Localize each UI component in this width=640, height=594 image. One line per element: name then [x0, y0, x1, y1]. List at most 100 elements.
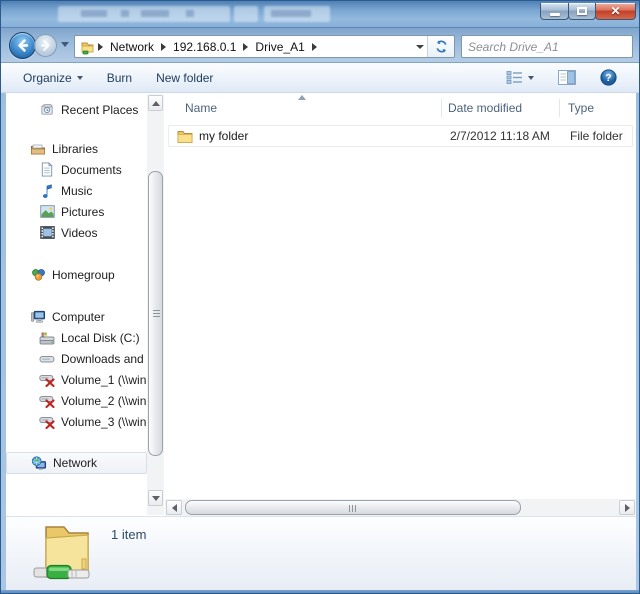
refresh-icon — [434, 39, 449, 54]
arrow-right-icon — [625, 504, 630, 512]
close-button[interactable]: ✕ — [595, 3, 636, 20]
sidebar-item-videos[interactable]: Videos — [6, 222, 147, 243]
column-header-label: Name — [185, 101, 217, 115]
explorer-window: ✕ Network 192.168.0.1 Drive_A1 — [0, 0, 640, 594]
chevron-down-icon — [416, 45, 424, 49]
arrow-down-icon — [152, 496, 160, 501]
breadcrumb: Network 192.168.0.1 Drive_A1 — [75, 36, 411, 57]
ghost-window — [234, 6, 258, 22]
file-type: File folder — [570, 129, 623, 143]
column-divider[interactable] — [559, 99, 560, 117]
sidebar-item-pictures[interactable]: Pictures — [6, 201, 147, 222]
chevron-down-icon — [77, 76, 83, 80]
breadcrumb-segment-network[interactable]: Network — [106, 40, 158, 54]
vertical-scrollbar-thumb[interactable] — [148, 171, 163, 456]
column-divider[interactable] — [441, 99, 442, 117]
column-header-label: Date modified — [448, 101, 522, 115]
breadcrumb-segment-host[interactable]: 192.168.0.1 — [169, 40, 240, 54]
drive-icon — [39, 351, 55, 367]
sidebar-item-volume-1[interactable]: Volume_1 (\\win — [6, 369, 147, 390]
sidebar-item-music[interactable]: Music — [6, 180, 147, 201]
libraries-icon — [30, 141, 46, 157]
sidebar-item-volume-3[interactable]: Volume_3 (\\win — [6, 411, 147, 432]
details-pane: 1 item — [6, 516, 636, 590]
forward-arrow-icon — [39, 39, 52, 52]
chevron-down-icon — [528, 76, 534, 80]
sidebar-item-label: Volume_1 (\\win — [61, 373, 146, 387]
forward-button[interactable] — [34, 34, 57, 57]
minimize-button[interactable] — [540, 3, 569, 20]
sidebar-item-computer[interactable]: Computer — [6, 306, 147, 327]
minimize-icon — [550, 13, 560, 16]
sidebar-vertical-scrollbar[interactable] — [147, 94, 164, 515]
arrow-left-icon — [172, 504, 177, 512]
address-location-icon — [79, 39, 95, 55]
sidebar-item-label: Volume_3 (\\win — [61, 415, 146, 429]
homegroup-icon — [30, 267, 46, 283]
sidebar-item-documents[interactable]: Documents — [6, 159, 147, 180]
ghost-window — [271, 10, 311, 17]
scroll-right-button[interactable] — [619, 500, 635, 515]
scroll-left-button[interactable] — [166, 500, 182, 515]
preview-pane-icon — [558, 70, 576, 85]
sidebar-item-label: Homegroup — [52, 268, 115, 282]
breadcrumb-segment-drive[interactable]: Drive_A1 — [251, 40, 308, 54]
new-folder-button[interactable]: New folder — [148, 67, 221, 89]
horizontal-scrollbar[interactable] — [165, 499, 636, 516]
sidebar-item-label: Pictures — [61, 205, 104, 219]
thumb-grip-icon — [349, 505, 357, 512]
ghost-window — [141, 10, 169, 17]
item-count: 1 item — [111, 527, 146, 542]
sidebar-item-label: Computer — [52, 310, 105, 324]
breadcrumb-chevron[interactable] — [243, 43, 248, 51]
sidebar-item-local-disk-c[interactable]: Local Disk (C:) — [6, 327, 147, 348]
document-icon — [39, 162, 55, 178]
sidebar-item-homegroup[interactable]: Homegroup — [6, 264, 147, 285]
sidebar-item-recent-places[interactable]: Recent Places — [6, 99, 147, 120]
disconnected-drive-icon — [39, 372, 55, 388]
sidebar-item-volume-2[interactable]: Volume_2 (\\win — [6, 390, 147, 411]
back-arrow-icon — [15, 38, 30, 53]
scroll-up-button[interactable] — [148, 95, 163, 111]
address-bar[interactable]: Network 192.168.0.1 Drive_A1 — [74, 35, 455, 58]
help-button[interactable]: ? — [592, 65, 625, 90]
navigation-pane: Recent Places Libraries — [6, 93, 147, 516]
sidebar-item-libraries[interactable]: Libraries — [6, 138, 147, 159]
video-film-icon — [39, 225, 55, 241]
close-icon: ✕ — [610, 5, 620, 17]
recent-pages-dropdown[interactable] — [61, 42, 69, 47]
change-view-button[interactable] — [498, 66, 542, 89]
column-header-name[interactable]: Name — [185, 97, 217, 119]
sidebar-item-label: Local Disk (C:) — [61, 331, 140, 345]
back-button[interactable] — [9, 32, 36, 59]
scroll-down-button[interactable] — [148, 490, 163, 506]
sidebar-item-network[interactable]: Network — [6, 452, 147, 474]
column-header-label: Type — [568, 101, 594, 115]
picture-icon — [39, 204, 55, 220]
sidebar-item-downloads-drive[interactable]: Downloads and N — [6, 348, 147, 369]
file-row-my-folder[interactable]: my folder 2/7/2012 11:18 AM File folder — [168, 125, 633, 147]
sidebar-item-label: Recent Places — [61, 103, 138, 117]
sidebar-item-label: Downloads and N — [61, 352, 147, 366]
column-header-date-modified[interactable]: Date modified — [448, 97, 522, 119]
column-header-type[interactable]: Type — [568, 97, 594, 119]
search-input[interactable] — [462, 37, 631, 56]
file-name: my folder — [199, 129, 248, 143]
svg-text:?: ? — [605, 72, 611, 84]
maximize-icon — [577, 7, 587, 15]
refresh-button[interactable] — [427, 36, 454, 57]
network-icon — [31, 455, 47, 471]
maximize-button[interactable] — [568, 3, 596, 20]
search-box — [461, 35, 633, 58]
address-dropdown-button[interactable] — [411, 36, 427, 57]
breadcrumb-chevron[interactable] — [98, 43, 103, 51]
help-icon: ? — [600, 69, 617, 86]
horizontal-scrollbar-thumb[interactable] — [185, 500, 521, 515]
sort-ascending-icon — [298, 95, 306, 100]
breadcrumb-chevron[interactable] — [161, 43, 166, 51]
hard-disk-icon — [39, 330, 55, 346]
organize-button[interactable]: Organize — [15, 67, 91, 89]
preview-pane-button[interactable] — [550, 66, 584, 89]
burn-button[interactable]: Burn — [99, 67, 140, 89]
breadcrumb-chevron[interactable] — [312, 43, 317, 51]
